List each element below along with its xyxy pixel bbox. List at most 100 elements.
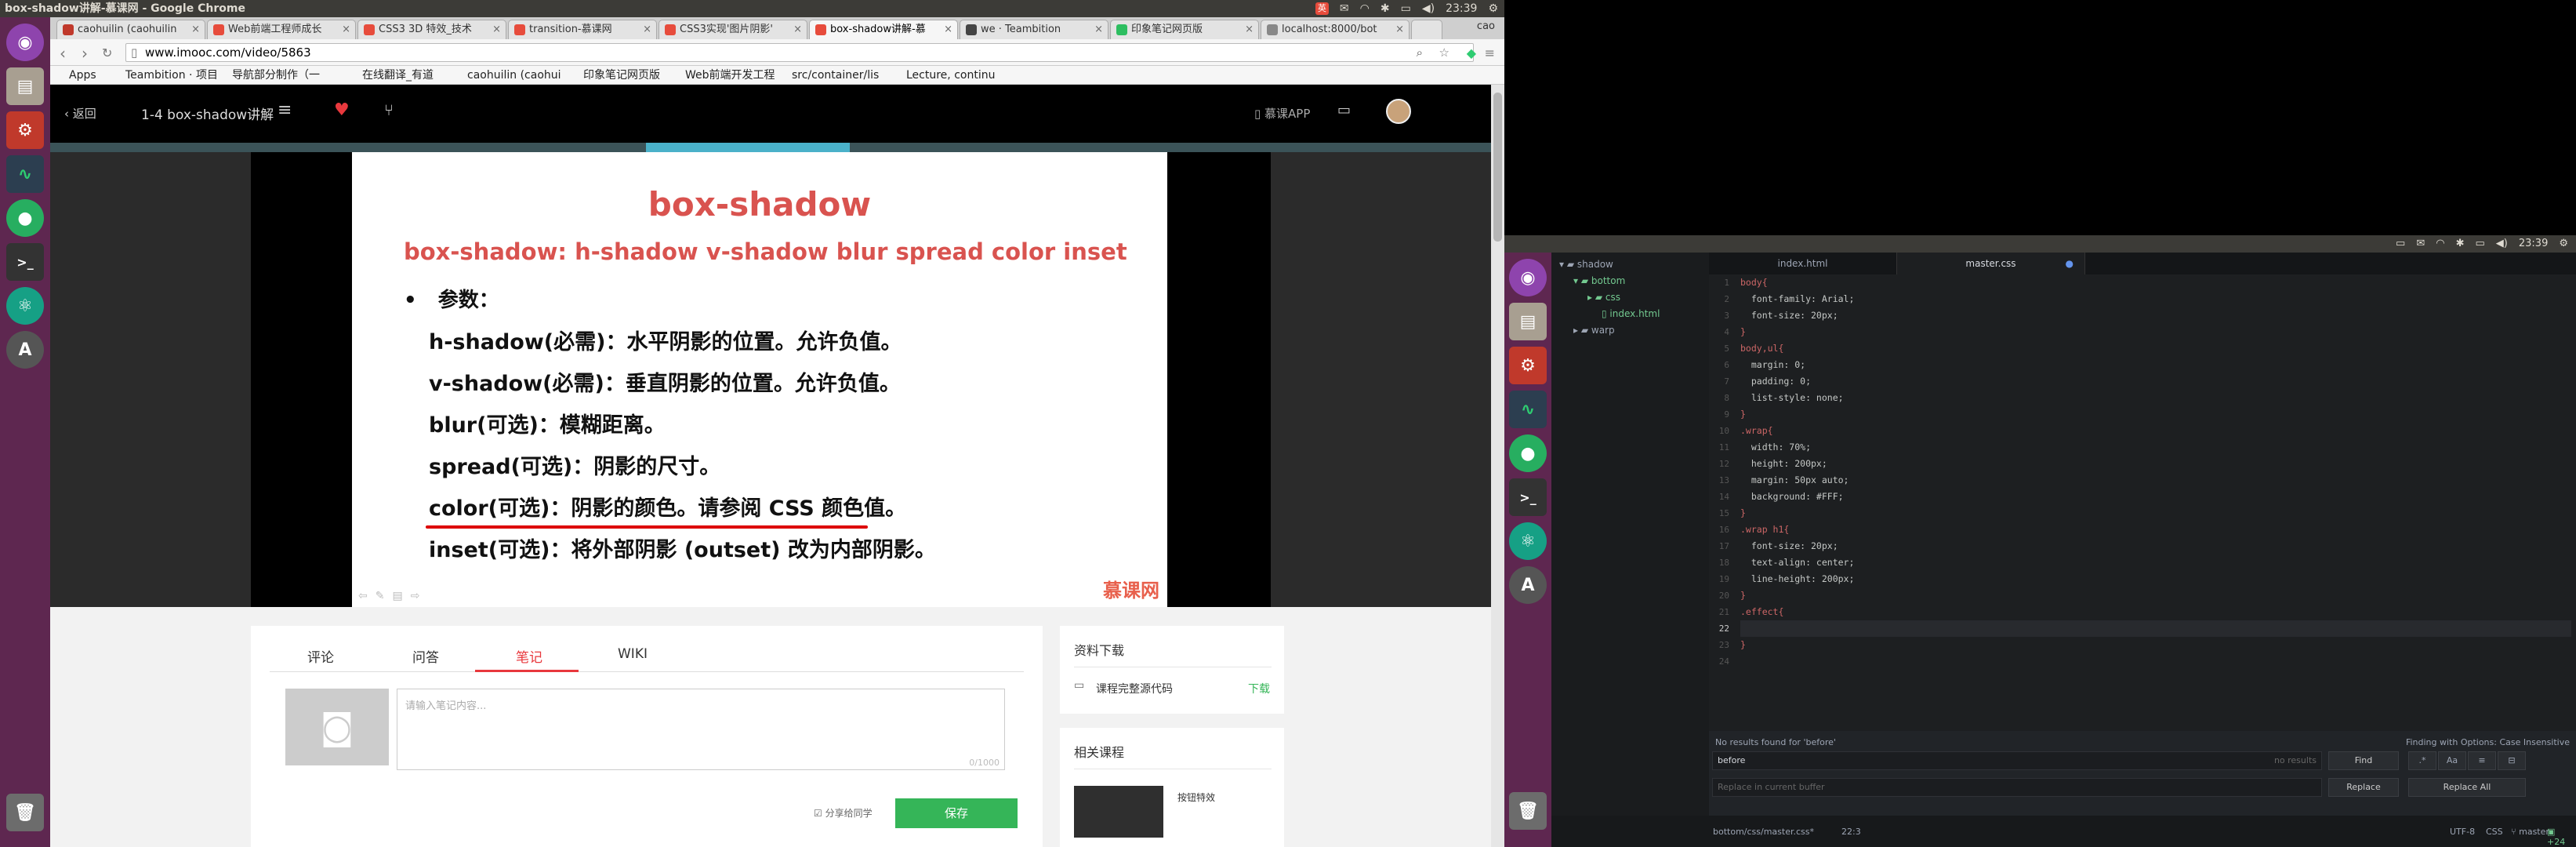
bookmark-item[interactable]: caohuilin (caohui: [467, 66, 561, 85]
atom-icon[interactable]: ⚛: [1509, 522, 1547, 560]
browser-tab[interactable]: Web前端工程师成长 ×: [207, 20, 356, 39]
chapter-progress-strip[interactable]: [50, 143, 1491, 152]
bookmark-apps[interactable]: Apps: [69, 66, 96, 85]
terminal-icon[interactable]: >_: [1509, 478, 1547, 516]
ubuntu-dash-icon[interactable]: ◉: [1509, 259, 1547, 296]
message-icon[interactable]: ▭: [1337, 102, 1351, 118]
status-file-path[interactable]: bottom/css/master.css*: [1713, 827, 1814, 837]
software-updater-icon[interactable]: A: [6, 331, 44, 369]
close-tab-icon[interactable]: ×: [793, 20, 802, 38]
note-textarea[interactable]: 请输入笔记内容... 0/1000: [397, 689, 1005, 770]
gear-icon[interactable]: ⚙: [1488, 0, 1498, 17]
battery-icon[interactable]: ▭: [1401, 0, 1411, 17]
files-icon[interactable]: ▤: [6, 67, 44, 105]
input-method-icon[interactable]: 英: [1315, 2, 1329, 15]
bookmark-item[interactable]: Web前端开发工程: [685, 66, 775, 85]
menu-list-icon[interactable]: ≡: [278, 100, 292, 120]
find-button[interactable]: Find: [2328, 751, 2399, 770]
scrollbar-thumb[interactable]: [1493, 93, 1502, 242]
bluetooth-icon[interactable]: ✱: [1381, 0, 1390, 17]
bookmark-item[interactable]: src/container/lis: [792, 66, 879, 85]
annotation-toolbar[interactable]: ⇦✎▤⇨: [358, 590, 427, 602]
share-checkbox[interactable]: ☑ 分享给同学: [814, 806, 873, 820]
atom-icon[interactable]: ⚛: [6, 287, 44, 325]
tree-item-file[interactable]: ▯ index.html: [1602, 308, 1660, 319]
trash-icon[interactable]: 🗑: [6, 794, 44, 831]
bookmark-item[interactable]: Lecture, continu: [906, 66, 995, 85]
find-input[interactable]: before no results: [1712, 751, 2322, 770]
avatar[interactable]: [1386, 99, 1411, 124]
close-tab-icon[interactable]: ×: [944, 20, 952, 38]
clock[interactable]: 23:39: [2519, 235, 2548, 253]
bookmark-item[interactable]: 在线翻译_有道: [362, 66, 434, 85]
bookmark-star-icon[interactable]: ☆: [1439, 44, 1449, 61]
new-tab-button[interactable]: [1411, 20, 1442, 39]
status-encoding[interactable]: UTF-8: [2450, 827, 2475, 837]
zoom-icon[interactable]: ⌕: [1417, 44, 1423, 61]
forward-arrow-icon[interactable]: ›: [82, 44, 88, 63]
settings-icon[interactable]: ⚙: [1509, 347, 1547, 384]
back-arrow-icon[interactable]: ‹: [60, 44, 66, 63]
notification-icon[interactable]: ✉: [1340, 0, 1349, 17]
close-tab-icon[interactable]: ×: [1094, 20, 1103, 38]
status-cursor[interactable]: 22:3: [1841, 827, 1861, 837]
camera-icon[interactable]: ◙: [285, 689, 389, 765]
files-icon[interactable]: ▤: [1509, 303, 1547, 340]
save-button[interactable]: 保存: [895, 798, 1018, 828]
notification-icon[interactable]: ✉: [2416, 235, 2425, 253]
chrome-icon[interactable]: ●: [1509, 434, 1547, 472]
close-tab-icon[interactable]: ×: [1245, 20, 1254, 38]
terminal-icon[interactable]: >_: [6, 243, 44, 281]
back-link[interactable]: ‹ 返回: [64, 105, 96, 122]
tab-comments[interactable]: 评论: [307, 646, 334, 666]
browser-tab[interactable]: transition-慕课网 ×: [508, 20, 657, 39]
tree-item-folder[interactable]: ▾ ▰ bottom: [1573, 275, 1625, 286]
chapter-active-segment[interactable]: [646, 143, 850, 152]
bookmark-item[interactable]: 导航部分制作（一: [232, 66, 320, 85]
trash-icon[interactable]: 🗑: [1509, 792, 1547, 830]
gear-icon[interactable]: ⚙: [2559, 235, 2568, 253]
tab-wiki[interactable]: WIKI: [618, 646, 648, 662]
browser-tab[interactable]: 印象笔记网页版 ×: [1110, 20, 1259, 39]
browser-tab-active[interactable]: box-shadow讲解-慕 ×: [809, 20, 958, 39]
chrome-icon[interactable]: ●: [6, 199, 44, 237]
status-git-changes[interactable]: ▣ +24: [2547, 827, 2576, 847]
status-grammar[interactable]: CSS: [2486, 827, 2503, 837]
browser-tab[interactable]: localhost:8000/bot ×: [1261, 20, 1410, 39]
browser-tab[interactable]: caohuilin (caohuilin ×: [56, 20, 205, 39]
selection-toggle[interactable]: ≡: [2468, 751, 2496, 770]
close-tab-icon[interactable]: ×: [191, 20, 200, 38]
close-tab-icon[interactable]: ×: [492, 20, 501, 38]
keyboard-icon[interactable]: ▭: [2396, 235, 2405, 253]
video-slide[interactable]: box-shadow box-shadow: h-shadow v-shadow…: [352, 152, 1167, 607]
mobile-app-link[interactable]: ▯ 慕课APP: [1254, 105, 1310, 122]
bluetooth-icon[interactable]: ✱: [2456, 235, 2465, 253]
replace-input[interactable]: Replace in current buffer: [1712, 778, 2322, 797]
page-scrollbar[interactable]: [1491, 85, 1504, 847]
reload-icon[interactable]: ↻: [102, 45, 112, 60]
bookmark-item[interactable]: 印象笔记网页版: [583, 66, 660, 85]
system-monitor-icon[interactable]: ∿: [1509, 391, 1547, 428]
profile-label[interactable]: cao: [1477, 20, 1495, 32]
editor-tab-active[interactable]: master.css ●: [1897, 253, 2085, 274]
ubuntu-dash-icon[interactable]: ◉: [6, 24, 44, 61]
tree-item-folder[interactable]: ▸ ▰ css: [1587, 292, 1620, 303]
editor-tab[interactable]: index.html: [1709, 253, 1897, 274]
extension-icon[interactable]: ◆: [1467, 45, 1476, 60]
editor-pane[interactable]: index.html master.css ● 1 2 3 4 5 6 7 8 9 10 11 12 13…: [1709, 253, 2576, 731]
case-toggle[interactable]: Aa: [2438, 751, 2466, 770]
software-updater-icon[interactable]: A: [1509, 566, 1547, 604]
replace-button[interactable]: Replace: [2328, 778, 2399, 797]
related-course-link[interactable]: 按钮特效: [1177, 791, 1215, 804]
tab-notes[interactable]: 笔记: [516, 646, 542, 666]
wifi-icon[interactable]: ◠: [1360, 0, 1370, 17]
code-area[interactable]: body{ font-family: Arial; font-size: 20p…: [1740, 274, 2571, 729]
whole-word-toggle[interactable]: ⊟: [2498, 751, 2526, 770]
close-tab-icon[interactable]: ×: [643, 20, 651, 38]
system-monitor-icon[interactable]: ∿: [6, 155, 44, 193]
download-link[interactable]: 下载: [1248, 681, 1270, 696]
volume-icon[interactable]: ◀): [2496, 235, 2508, 253]
close-tab-icon[interactable]: ×: [342, 20, 350, 38]
volume-icon[interactable]: ◀): [1422, 0, 1435, 17]
browser-tab[interactable]: CSS3实现'图片阴影' ×: [659, 20, 807, 39]
